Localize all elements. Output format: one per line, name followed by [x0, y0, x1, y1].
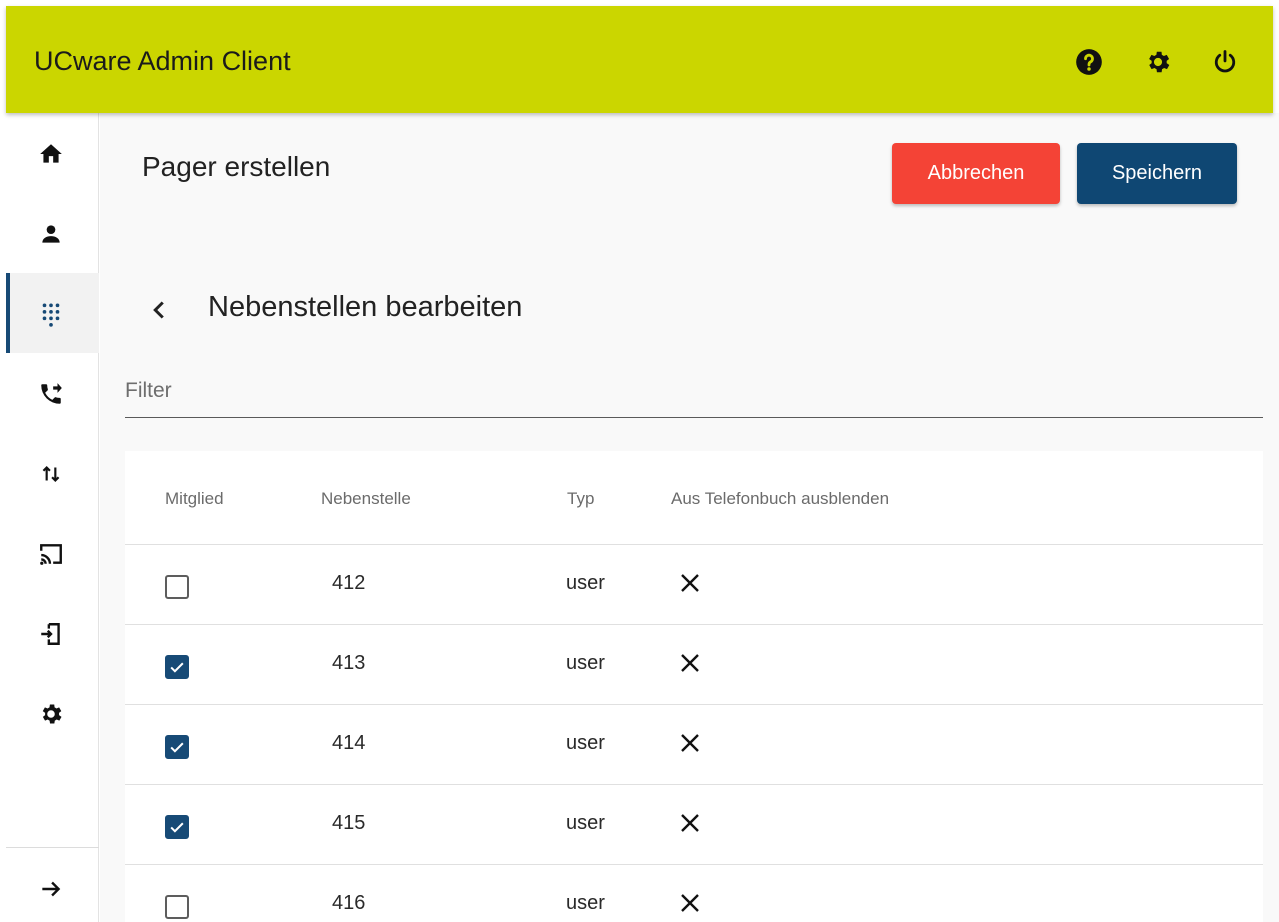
phone-login-icon	[41, 623, 60, 645]
close-icon	[681, 734, 699, 752]
sidebar-item-forwarding[interactable]	[6, 353, 99, 433]
sidebar-item-transfer[interactable]	[6, 433, 99, 513]
settings-icon[interactable]	[1144, 48, 1172, 76]
table-row[interactable]: 416 user	[125, 864, 1263, 922]
extension-type: user	[566, 652, 605, 674]
table-row[interactable]: 413 user	[125, 624, 1263, 704]
member-checkbox[interactable]	[165, 575, 189, 599]
column-header-extension[interactable]: Nebenstelle	[321, 489, 411, 509]
settings-icon	[42, 704, 62, 724]
page-title: Pager erstellen	[142, 151, 331, 182]
close-icon	[681, 574, 699, 592]
app-header: UCware Admin Client	[6, 6, 1273, 113]
home-icon	[40, 144, 62, 163]
column-header-member[interactable]: Mitglied	[165, 489, 224, 509]
extension-type: user	[566, 572, 605, 594]
power-icon[interactable]	[1211, 48, 1239, 76]
extension-type: user	[566, 812, 605, 834]
extension-number: 416	[332, 892, 366, 914]
sidebar-item-devices[interactable]	[6, 513, 99, 593]
extension-type: user	[566, 732, 605, 754]
member-checkbox[interactable]	[165, 895, 189, 919]
extension-type: user	[566, 892, 605, 914]
app-title: UCware Admin Client	[34, 46, 291, 76]
table-row[interactable]: 415 user	[125, 784, 1263, 864]
sidebar-item-users[interactable]	[6, 193, 99, 273]
member-checkbox[interactable]	[165, 655, 189, 679]
filter-field	[125, 368, 1263, 418]
sidebar-item-home[interactable]	[6, 113, 99, 193]
filter-input[interactable]	[125, 368, 1263, 414]
column-header-hide-from-phonebook[interactable]: Aus Telefonbuch ausblenden	[671, 489, 889, 509]
save-button[interactable]: Speichern	[1077, 143, 1237, 204]
close-icon	[681, 814, 699, 832]
phone-forward-icon	[41, 383, 62, 404]
dialpad-icon	[42, 303, 60, 327]
sidebar	[6, 113, 99, 922]
sidebar-item-settings[interactable]	[6, 673, 99, 753]
extension-number: 412	[332, 572, 366, 594]
back-chevron-icon[interactable]	[144, 295, 174, 325]
close-icon	[681, 894, 699, 912]
main-content: Pager erstellen Abbrechen Speichern Nebe…	[100, 113, 1279, 922]
extension-number: 415	[332, 812, 366, 834]
member-checkbox[interactable]	[165, 815, 189, 839]
sidebar-item-extensions[interactable]	[6, 273, 99, 353]
arrow-right-icon	[42, 881, 61, 897]
swap-vert-icon	[42, 465, 60, 483]
extensions-table: Mitglied Nebenstelle Typ Aus Telefonbuch…	[125, 451, 1263, 922]
cast-icon	[40, 544, 62, 565]
section-title: Nebenstellen bearbeiten	[208, 291, 523, 323]
table-row[interactable]: 412 user	[125, 544, 1263, 624]
close-icon	[681, 654, 699, 672]
help-icon[interactable]	[1075, 48, 1103, 76]
extension-number: 414	[332, 732, 366, 754]
extension-number: 413	[332, 652, 366, 674]
sidebar-expand-button[interactable]	[6, 848, 99, 922]
member-checkbox[interactable]	[165, 735, 189, 759]
sidebar-item-provisioning[interactable]	[6, 593, 99, 673]
table-row[interactable]: 414 user	[125, 704, 1263, 784]
person-icon	[42, 225, 60, 243]
column-header-type[interactable]: Typ	[567, 489, 594, 509]
cancel-button[interactable]: Abbrechen	[892, 143, 1060, 204]
